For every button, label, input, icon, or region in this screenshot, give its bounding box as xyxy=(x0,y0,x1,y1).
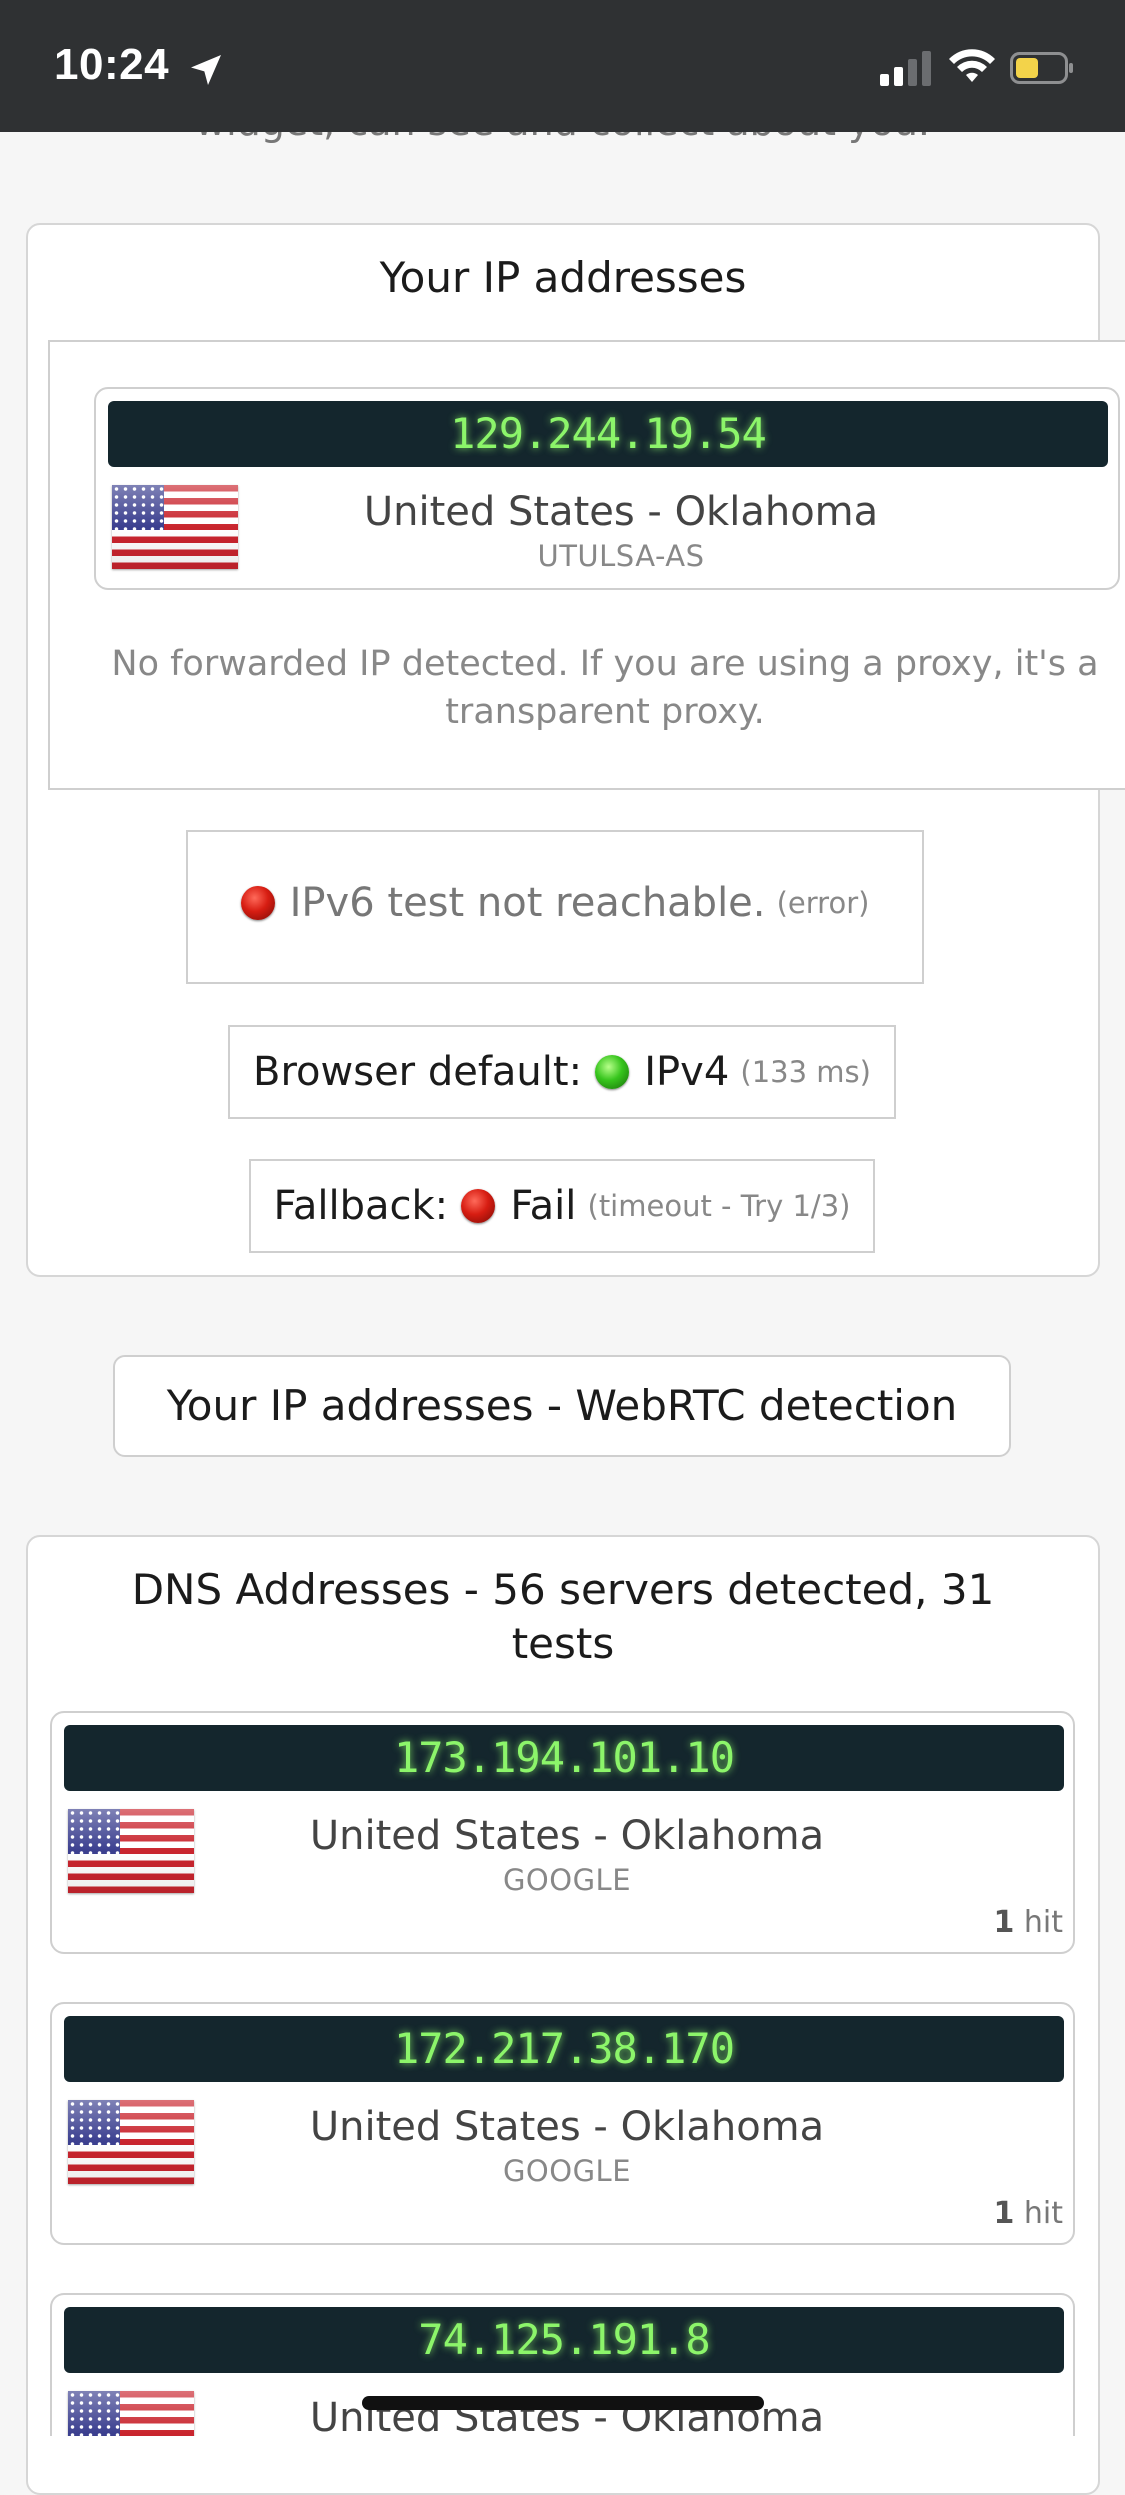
dns-entry-ip[interactable]: 172.217.38.170 xyxy=(64,2016,1064,2082)
ipv6-status-text: IPv6 test not reachable. xyxy=(289,880,766,926)
primary-ip-address[interactable]: 129.244.19.54 xyxy=(108,401,1108,467)
fallback-box: Fallback: Fail (timeout - Try 1/3) xyxy=(249,1159,875,1253)
status-bar: 10:24 xyxy=(0,0,1125,132)
dns-entry-hits: 1 hit xyxy=(993,1905,1063,1940)
dns-entry-ip[interactable]: 173.194.101.10 xyxy=(64,1725,1064,1791)
dns-entry-hit-count: 1 xyxy=(993,1905,1015,1940)
dns-entry-isp: GOOGLE xyxy=(502,2154,632,2188)
ipv6-status-note: (error) xyxy=(776,886,870,920)
us-flag-icon xyxy=(68,2100,194,2184)
us-flag-icon xyxy=(68,2391,194,2436)
browser-default-status-green-icon xyxy=(595,1055,630,1089)
us-flag-icon xyxy=(68,1809,194,1893)
fallback-value: Fail xyxy=(510,1183,577,1229)
ipv6-test-box: IPv6 test not reachable. (error) xyxy=(186,830,924,984)
fallback-label: Fallback: xyxy=(273,1183,449,1229)
location-arrow-icon xyxy=(191,55,221,85)
browser-default-box: Browser default: IPv4 (133 ms) xyxy=(228,1025,896,1119)
status-time: 10:24 xyxy=(54,40,170,89)
dns-entry-location: United States - Oklahoma xyxy=(309,1813,825,1859)
dns-entry: 172.217.38.170 United States - Oklahoma … xyxy=(50,2002,1075,2245)
browser-default-value: IPv4 xyxy=(644,1049,730,1095)
browser-default-label: Browser default: xyxy=(253,1049,583,1095)
dns-entry-location: United States - Oklahoma xyxy=(309,2104,825,2150)
cellular-signal-icon xyxy=(880,50,932,86)
battery-icon xyxy=(1010,52,1073,84)
webrtc-detection-label: Your IP addresses - WebRTC detection xyxy=(166,1381,958,1430)
fallback-status-red-icon xyxy=(461,1189,496,1223)
primary-ip-location: United States - Oklahoma xyxy=(363,489,879,535)
dns-entry-hit-count: 1 xyxy=(993,2196,1015,2231)
dns-card-title: DNS Addresses - 56 servers detected, 31 … xyxy=(131,1565,995,1668)
home-indicator[interactable] xyxy=(362,2396,764,2410)
webrtc-detection-button[interactable]: Your IP addresses - WebRTC detection xyxy=(113,1355,1011,1457)
dns-entry-ip[interactable]: 74.125.191.8 xyxy=(64,2307,1064,2373)
fallback-note: (timeout - Try 1/3) xyxy=(587,1189,851,1223)
dns-entry: 173.194.101.10 United States - Oklahoma … xyxy=(50,1711,1075,1954)
ipv6-status-red-icon xyxy=(240,886,275,920)
dns-entry-hits: 1 hit xyxy=(993,2196,1063,2231)
dns-entry: 74.125.191.8 United States - Oklahoma xyxy=(50,2293,1075,2436)
dns-entry-hit-label: hit xyxy=(1023,1905,1063,1940)
primary-ip-box: 129.244.19.54 United States - Oklahoma U… xyxy=(94,387,1120,590)
wifi-icon xyxy=(949,49,995,82)
dns-entry-hit-label: hit xyxy=(1023,2196,1063,2231)
us-flag-icon xyxy=(112,485,238,569)
primary-ip-isp: UTULSA-AS xyxy=(537,539,705,573)
ip-card-title: Your IP addresses xyxy=(379,253,747,302)
dns-entry-isp: GOOGLE xyxy=(502,1863,632,1897)
forwarded-ip-note: No forwarded IP detected. If you are usi… xyxy=(111,644,1099,732)
browser-default-note: (133 ms) xyxy=(740,1055,871,1089)
